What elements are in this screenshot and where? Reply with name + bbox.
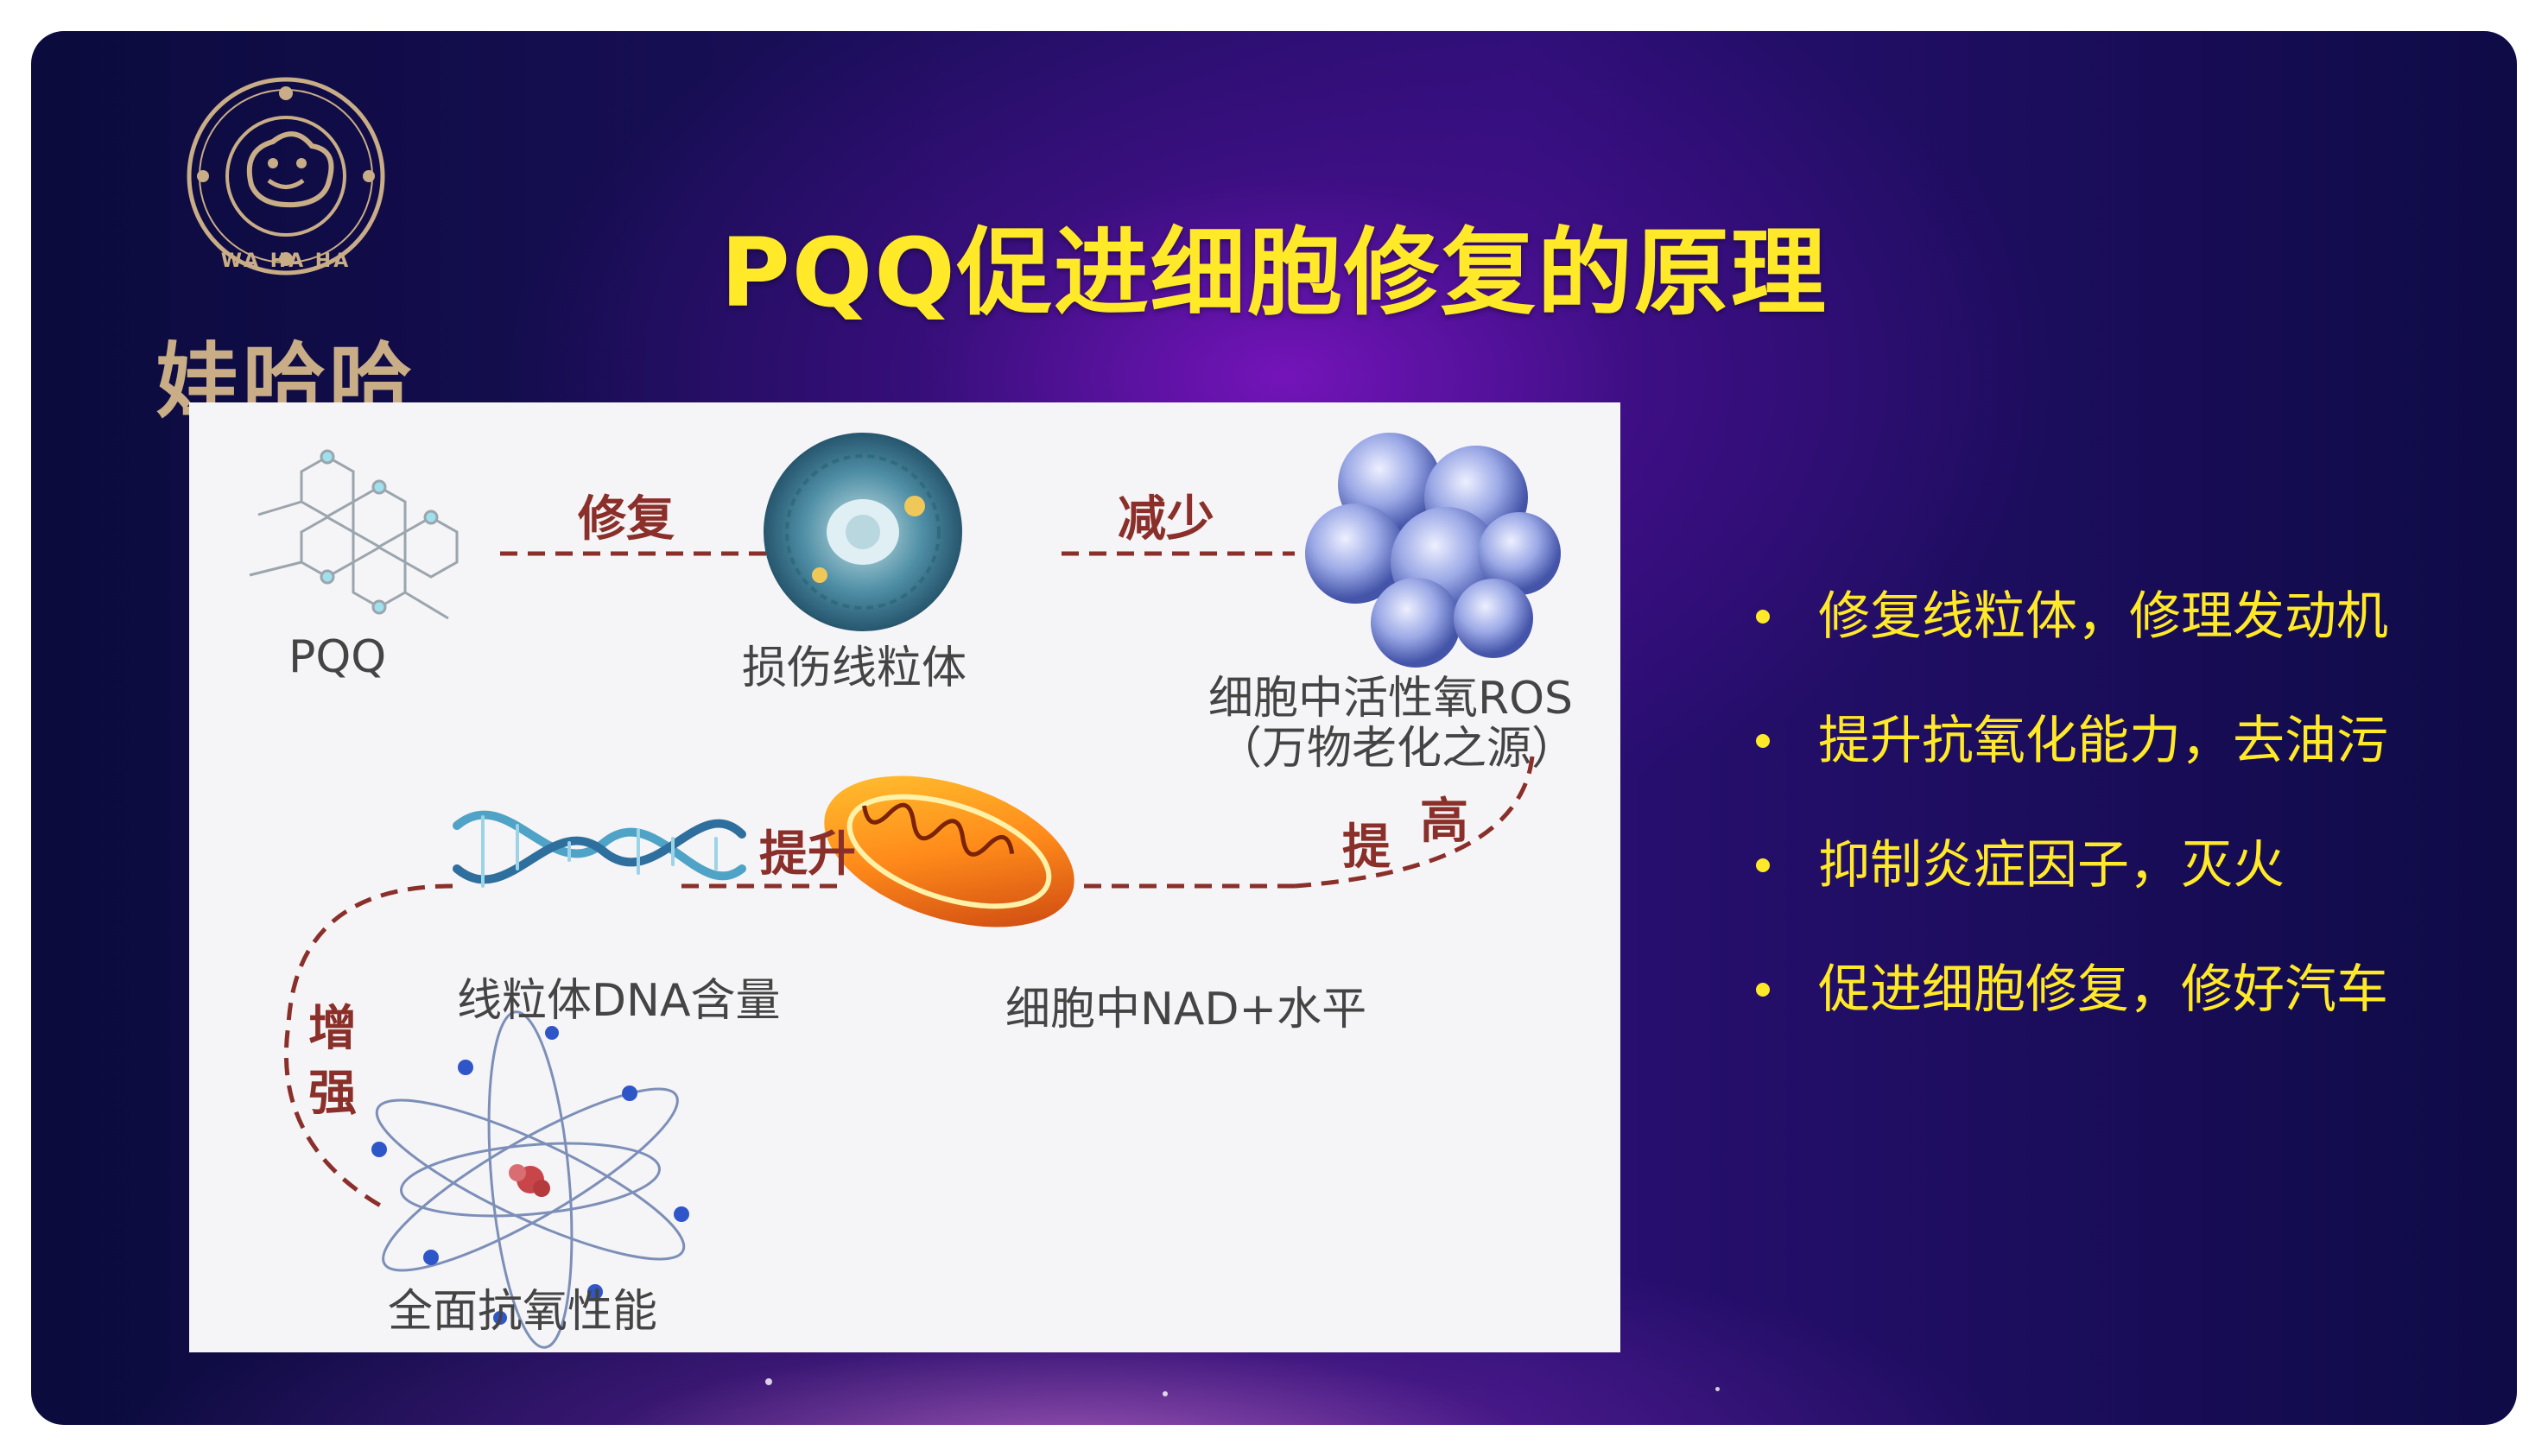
bullet-text: 抑制炎症因子，灭火: [1818, 835, 2285, 896]
slide: 娃哈哈 WA HA HA PQQ促进细胞修复的原理 PQQ 损伤线粒体 细胞中活…: [31, 31, 2517, 1425]
diagram-panel: PQQ 损伤线粒体 细胞中活性氧ROS （万物老化之源） 线粒体DNA含量 细胞…: [189, 402, 1620, 1352]
relation-raise-char2: 高: [1420, 794, 1468, 850]
node-nad-level: 细胞中NAD+水平: [1005, 984, 1367, 1035]
ros-cluster-icon: [1305, 433, 1561, 668]
sparkle-decoration: [1163, 1391, 1168, 1396]
bullet-list: 修复线粒体，修理发动机 提升抗氧化能力，去油污 抑制炎症因子，灭火 促进细胞修复…: [1746, 584, 2488, 1081]
node-antioxidant: 全面抗氧性能: [388, 1286, 658, 1338]
diagram-graphics: [249, 433, 1561, 1349]
bullet-dot-icon: [1756, 983, 1770, 997]
relation-enhance-char1: 增: [308, 1001, 357, 1057]
bullet-dot-icon: [1756, 858, 1770, 872]
bullet-item: 抑制炎症因子，灭火: [1746, 832, 2488, 957]
bullet-text: 提升抗氧化能力，去油污: [1818, 711, 2388, 771]
bullet-dot-icon: [1756, 610, 1770, 624]
sparkle-decoration: [1715, 1387, 1720, 1391]
relation-reduce: 减少: [1118, 491, 1214, 548]
node-mitochondrial-dna: 线粒体DNA含量: [457, 975, 781, 1027]
page-title: PQQ促进细胞修复的原理: [720, 218, 1828, 328]
node-pqq: PQQ: [288, 631, 387, 683]
node-ros-note: （万物老化之源）: [1217, 723, 1577, 775]
relation-repair: 修复: [578, 491, 675, 548]
bullet-dot-icon: [1756, 734, 1770, 748]
bullet-text: 修复线粒体，修理发动机: [1818, 586, 2388, 647]
damaged-cell-icon: [764, 433, 962, 631]
bullet-item: 提升抗氧化能力，去油污: [1746, 708, 2488, 832]
bullet-item: 修复线粒体，修理发动机: [1746, 584, 2488, 708]
relation-raise-char1: 提: [1342, 820, 1391, 876]
relation-boost: 提升: [759, 826, 856, 883]
node-damaged-mitochondria: 损伤线粒体: [742, 643, 967, 694]
bullet-text: 促进细胞修复，修好汽车: [1818, 959, 2388, 1020]
pqq-molecule-icon: [249, 449, 459, 620]
bullet-item: 促进细胞修复，修好汽车: [1746, 957, 2488, 1081]
sparkle-decoration: [765, 1378, 772, 1385]
dna-helix-icon: [453, 810, 746, 888]
relation-enhance-char2: 强: [308, 1066, 357, 1122]
